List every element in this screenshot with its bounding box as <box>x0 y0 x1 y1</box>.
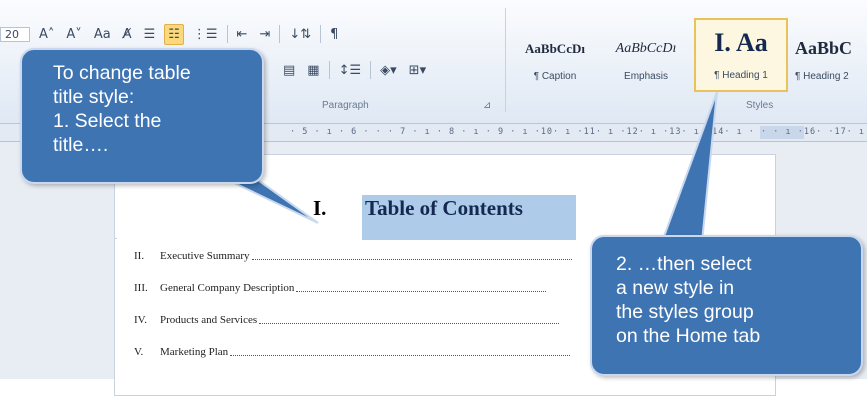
callout-line: the styles group <box>616 301 754 323</box>
callout-line: 2. …then select <box>616 253 752 275</box>
callout-select-style: 2. …then select a new style in the style… <box>590 235 863 376</box>
callout-line: To change table <box>53 62 191 84</box>
callout-line: on the Home tab <box>616 325 761 347</box>
callout-line: 1. Select the <box>53 110 162 132</box>
left-callout-pointer <box>227 179 319 224</box>
callout-line: a new style in <box>616 277 735 299</box>
right-callout-pointer <box>660 91 718 243</box>
callout-line: title style: <box>53 86 135 108</box>
callout-select-title: To change table title style: 1. Select t… <box>20 48 264 184</box>
callout-line: title…. <box>53 134 109 156</box>
